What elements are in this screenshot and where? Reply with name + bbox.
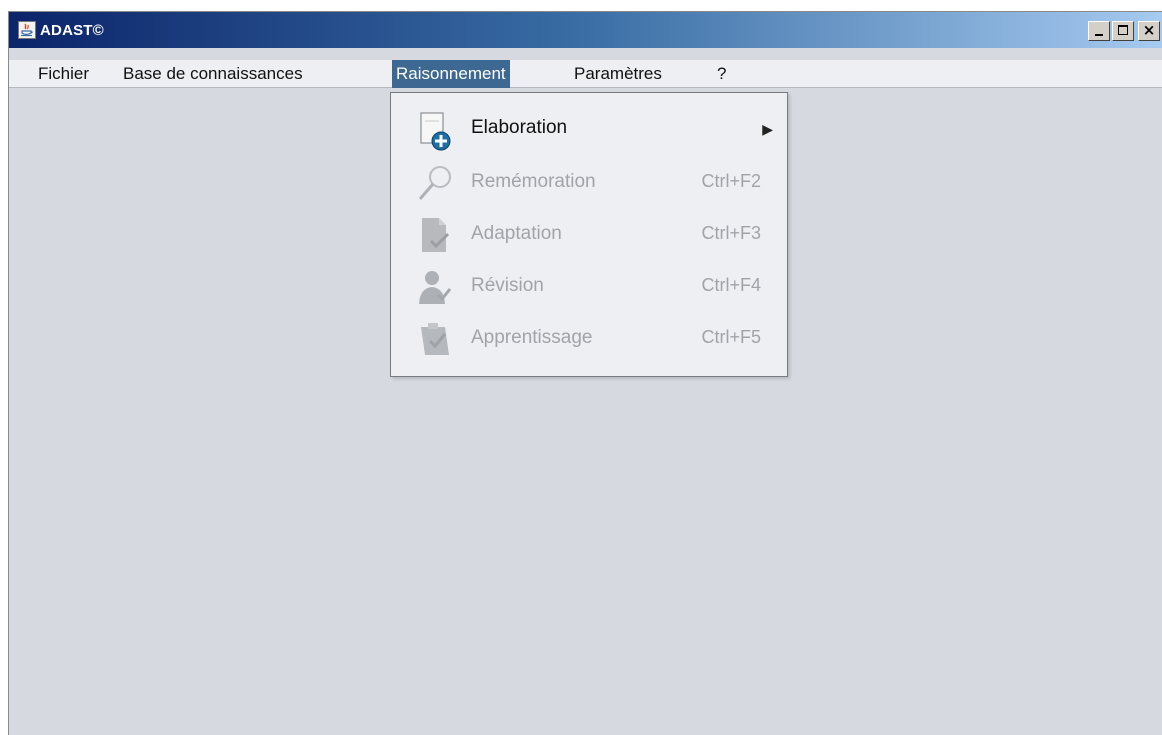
java-app-icon: [18, 21, 36, 39]
menu-fichier[interactable]: Fichier: [34, 60, 93, 88]
adaptation-shortcut: Ctrl+F3: [701, 223, 761, 243]
document-check-icon: [415, 215, 455, 255]
elaboration-label: Elaboration: [471, 117, 568, 138]
title-bar[interactable]: ADAST© ×: [9, 12, 1162, 48]
apprentissage-label: Apprentissage: [471, 327, 593, 348]
menu-item-adaptation[interactable]: Adaptation Ctrl+F3: [391, 209, 787, 261]
clipboard-check-icon: [415, 319, 455, 359]
menu-bar: Fichier Base de connaissances Raisonneme…: [9, 60, 1162, 88]
minimize-button[interactable]: [1088, 21, 1110, 41]
close-button[interactable]: ×: [1138, 21, 1160, 41]
adaptation-label: Adaptation: [471, 223, 562, 244]
menu-item-elaboration[interactable]: Elaboration ▶: [391, 105, 787, 157]
window-controls: ×: [1088, 21, 1160, 41]
menu-item-revision[interactable]: Révision Ctrl+F4: [391, 261, 787, 313]
menu-help[interactable]: ?: [713, 60, 730, 88]
rememoration-label: Remémoration: [471, 171, 596, 192]
minimize-icon: [1095, 34, 1103, 36]
maximize-icon: [1118, 25, 1128, 35]
rememoration-shortcut: Ctrl+F2: [701, 171, 761, 191]
document-add-icon: [415, 111, 455, 151]
submenu-arrow-icon: ▶: [762, 121, 773, 137]
menu-item-apprentissage[interactable]: Apprentissage Ctrl+F5: [391, 313, 787, 365]
revision-shortcut: Ctrl+F4: [701, 275, 761, 295]
menu-item-rememoration[interactable]: Remémoration Ctrl+F2: [391, 157, 787, 209]
close-icon: ×: [1142, 21, 1156, 39]
menu-parametres[interactable]: Paramètres: [570, 60, 666, 88]
menu-base-de-connaissances[interactable]: Base de connaissances: [119, 60, 307, 88]
window-title: ADAST©: [40, 22, 104, 39]
menu-raisonnement[interactable]: Raisonnement: [392, 60, 510, 88]
magnifier-icon: [415, 163, 455, 203]
raisonnement-dropdown-menu: Elaboration ▶ Remémoration Ctrl+F2 Adapt…: [390, 92, 788, 377]
revision-label: Révision: [471, 275, 544, 296]
apprentissage-shortcut: Ctrl+F5: [701, 327, 761, 347]
user-check-icon: [415, 267, 455, 307]
maximize-button[interactable]: [1112, 21, 1134, 41]
